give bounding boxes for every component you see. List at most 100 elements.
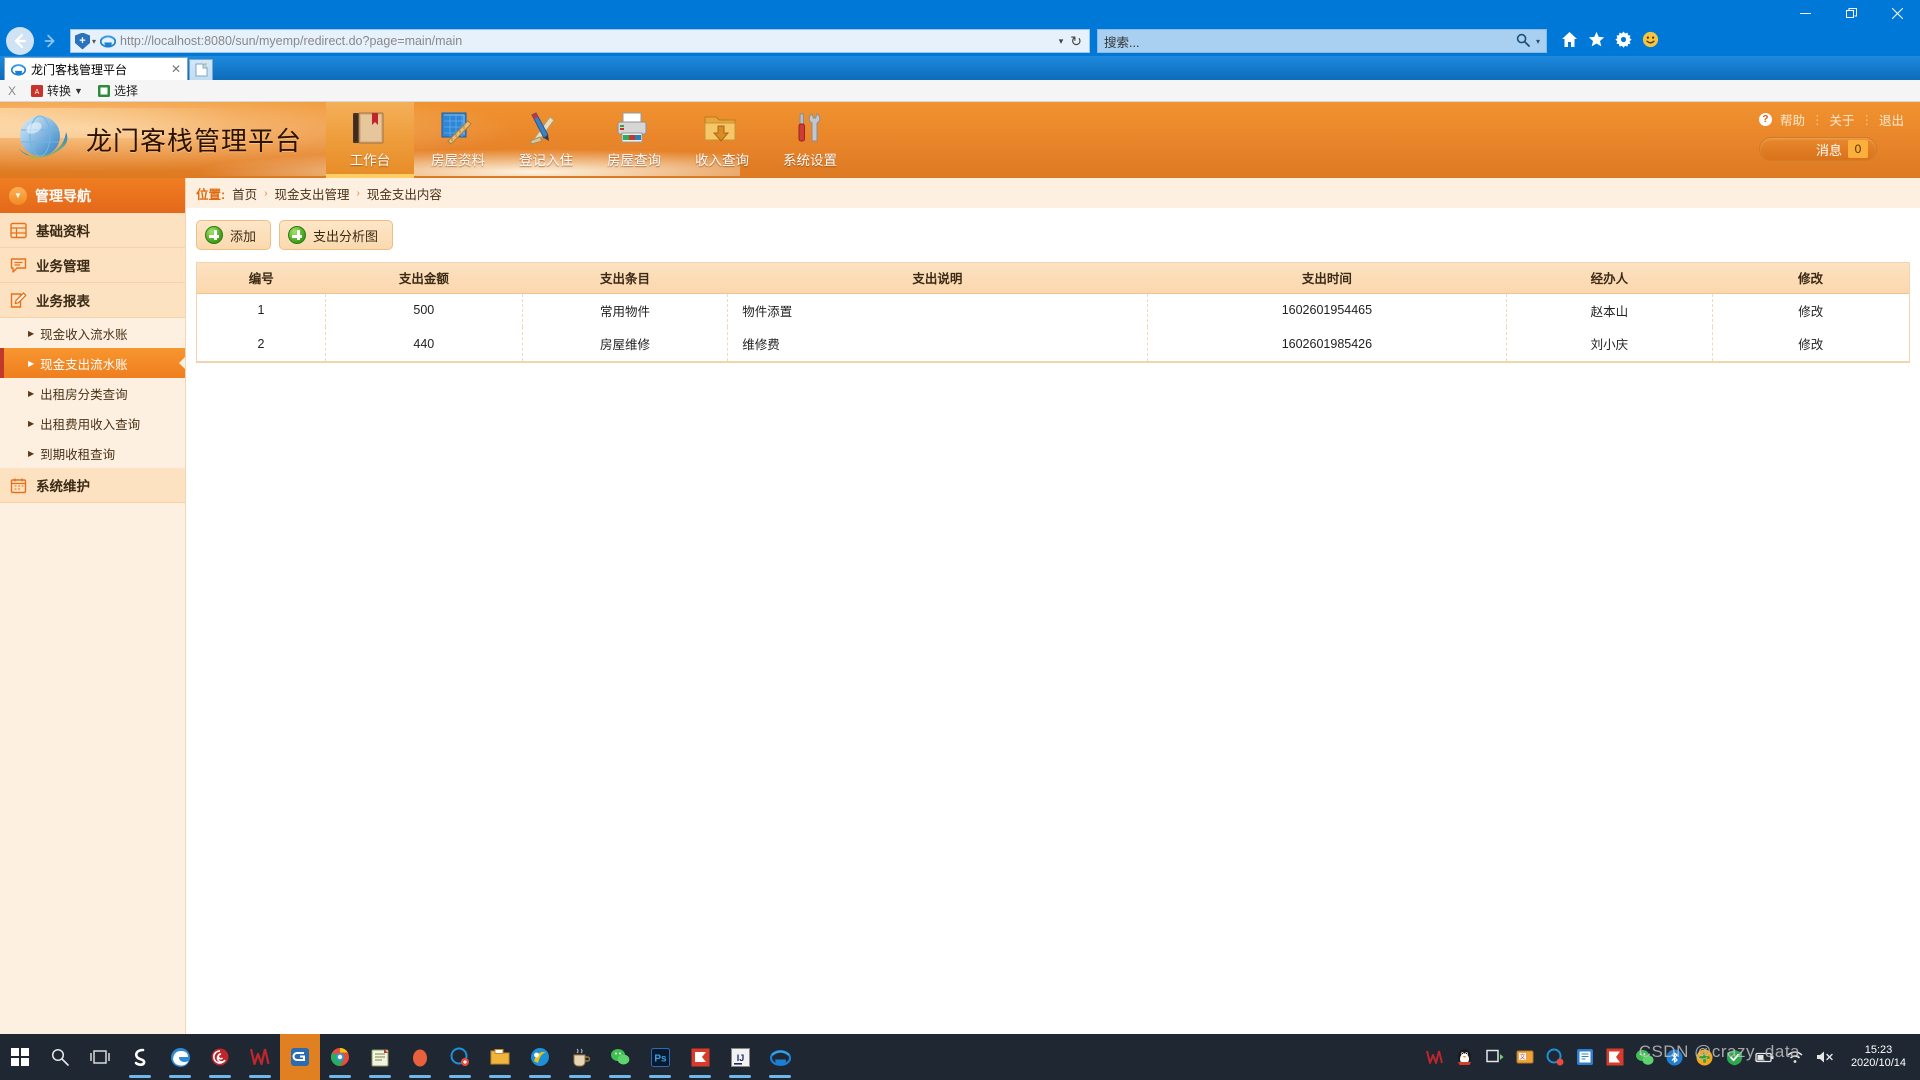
breadcrumb: 位置: 首页 › 现金支出管理 › 现金支出内容 [186,178,1920,208]
browser-tab[interactable]: 龙门客栈管理平台 ✕ [4,57,188,80]
column-header-action[interactable]: 修改 [1712,263,1909,294]
sidebar-item-cash-income-ledger[interactable]: ▶ 现金收入流水账 [0,318,185,348]
coffee-icon[interactable] [560,1034,600,1080]
nav-item-checkin[interactable]: 登记入住 [502,102,590,178]
table-row[interactable]: 2 440 房屋维修 维修费 1602601985426 刘小庆 修改 [197,327,1909,362]
qq-penguin-icon[interactable] [1455,1047,1475,1067]
qq-browser-icon[interactable] [440,1034,480,1080]
pdf-convert-caret-icon[interactable]: ▼ [74,86,83,96]
folder-icon[interactable] [480,1034,520,1080]
column-header-operator[interactable]: 经办人 [1506,263,1713,294]
sidebar-item-system-maintenance[interactable]: 系统维护 [0,468,185,503]
sidebar-sub-label: 现金收入流水账 [40,327,128,342]
about-link[interactable]: 关于 [1829,110,1854,129]
sidebar-item-business-mgmt[interactable]: 业务管理 [0,248,185,283]
message-button[interactable]: 消息 0 [1758,137,1877,161]
snail-icon[interactable] [200,1034,240,1080]
nav-item-house-data[interactable]: 房屋资料 [414,102,502,178]
qq-circle-icon[interactable] [1545,1047,1565,1067]
column-header-description[interactable]: 支出说明 [727,263,1148,294]
favorites-icon[interactable] [1588,31,1605,52]
screen-icon[interactable] [1485,1047,1505,1067]
pdf-select-button[interactable]: 选择 [97,82,138,99]
nav-item-workbench[interactable]: 工作台 [326,102,414,178]
forward-button[interactable] [36,27,64,55]
music-icon[interactable] [520,1034,560,1080]
nav-label: 工作台 [349,153,391,168]
column-header-time[interactable]: 支出时间 [1147,263,1507,294]
notepad-icon[interactable] [360,1034,400,1080]
window-maximize-button[interactable] [1828,0,1874,26]
back-button[interactable] [6,27,34,55]
settings-gear-icon[interactable] [1615,31,1632,52]
cell-item: 房屋维修 [522,327,729,362]
ruler-icon [438,111,478,147]
nav-item-system-settings[interactable]: 系统设置 [766,102,854,178]
sidebar-item-cash-expense-ledger[interactable]: ▶ 现金支出流水账 [0,348,185,378]
smiley-icon[interactable] [1642,31,1659,52]
intellij-icon[interactable]: IJ [720,1034,760,1080]
flag-icon[interactable] [680,1034,720,1080]
refresh-icon[interactable]: ↻ [1070,33,1085,50]
task-view-icon[interactable] [80,1034,120,1080]
note-icon[interactable] [1575,1047,1595,1067]
address-bar[interactable]: + ▾ http://localhost:8080/sun/myemp/redi… [70,29,1090,53]
wps-icon[interactable] [1425,1047,1445,1067]
add-button[interactable]: 添加 [196,220,272,250]
pdf-convert-button[interactable]: A 转换 ▼ [30,82,83,99]
plus-circle-icon [205,226,223,244]
nav-item-income-query[interactable]: 收入查询 [678,102,766,178]
wechat-icon[interactable] [600,1034,640,1080]
sidebar-item-business-report[interactable]: 业务报表 [0,283,185,318]
new-tab-button[interactable] [189,59,213,80]
svg-text:Ps: Ps [654,1053,667,1064]
taskbar-clock[interactable]: 15:23 2020/10/14 [1845,1044,1912,1070]
tab-strip: 龙门客栈管理平台 ✕ [0,56,1920,80]
sidebar-item-rental-category-query[interactable]: ▶ 出租房分类查询 [0,378,185,408]
search-icon[interactable] [40,1034,80,1080]
column-header-item[interactable]: 支出条目 [522,263,728,294]
expense-chart-button[interactable]: 支出分析图 [279,220,394,250]
volume-mute-icon[interactable] [1815,1047,1835,1067]
breadcrumb-item-expense-mgmt[interactable]: 现金支出管理 [275,184,350,203]
csdn-watermark: CSDN @crazy_data [1638,1042,1800,1061]
photoshop-icon[interactable]: Ps [640,1034,680,1080]
address-dropdown-icon[interactable]: ▾ [1052,36,1071,47]
logout-link[interactable]: 退出 [1879,110,1904,129]
cell-description: 维修费 [727,327,1148,362]
sidebar-item-due-rent-query[interactable]: ▶ 到期收租查询 [0,438,185,468]
tab-close-icon[interactable]: ✕ [171,62,181,76]
wps-writer-icon[interactable] [240,1034,280,1080]
window-minimize-button[interactable] [1782,0,1828,26]
column-header-amount[interactable]: 支出金额 [325,263,523,294]
chrome-icon[interactable] [320,1034,360,1080]
search-box[interactable]: 搜索... ▾ [1097,29,1547,53]
pencil-icon [526,111,566,147]
cell-action-edit[interactable]: 修改 [1712,327,1909,362]
breadcrumb-item-home[interactable]: 首页 [232,184,257,203]
translate-icon[interactable]: 文 [1515,1047,1535,1067]
cell-action-edit[interactable]: 修改 [1712,293,1909,327]
sogou-icon[interactable] [120,1034,160,1080]
edge-icon[interactable] [160,1034,200,1080]
nav-item-house-query[interactable]: 房屋查询 [590,102,678,178]
window-close-button[interactable] [1874,0,1920,26]
eclipse-icon[interactable] [280,1034,320,1080]
windows-start-icon[interactable] [0,1034,40,1080]
printer-icon [614,111,654,147]
flag-red-icon[interactable] [1605,1047,1625,1067]
egg-icon[interactable] [400,1034,440,1080]
page-viewport: 龙门客栈管理平台 工作台 房屋资料 登记入住 房屋查询 收入查询 系统设置 ? … [0,102,1920,1034]
home-icon[interactable] [1561,31,1578,52]
table-row[interactable]: 1 500 常用物件 物件添置 1602601954465 赵本山 修改 [197,293,1909,327]
sidebar-item-rental-fee-income-query[interactable]: ▶ 出租费用收入查询 [0,408,185,438]
app-logo-group[interactable]: 龙门客栈管理平台 [8,104,302,174]
column-header-id[interactable]: 编号 [197,263,326,294]
help-link[interactable]: 帮助 [1780,110,1805,129]
sidebar-sub-label: 出租房分类查询 [40,387,128,402]
sidebar-item-basic-data[interactable]: 基础资料 [0,213,185,248]
search-dropdown-icon[interactable]: ▾ [1536,37,1540,46]
pdf-toolbar: X A 转换 ▼ 选择 [0,80,1920,102]
ie-icon[interactable] [760,1034,800,1080]
pdf-toolbar-close-icon[interactable]: X [8,84,16,98]
